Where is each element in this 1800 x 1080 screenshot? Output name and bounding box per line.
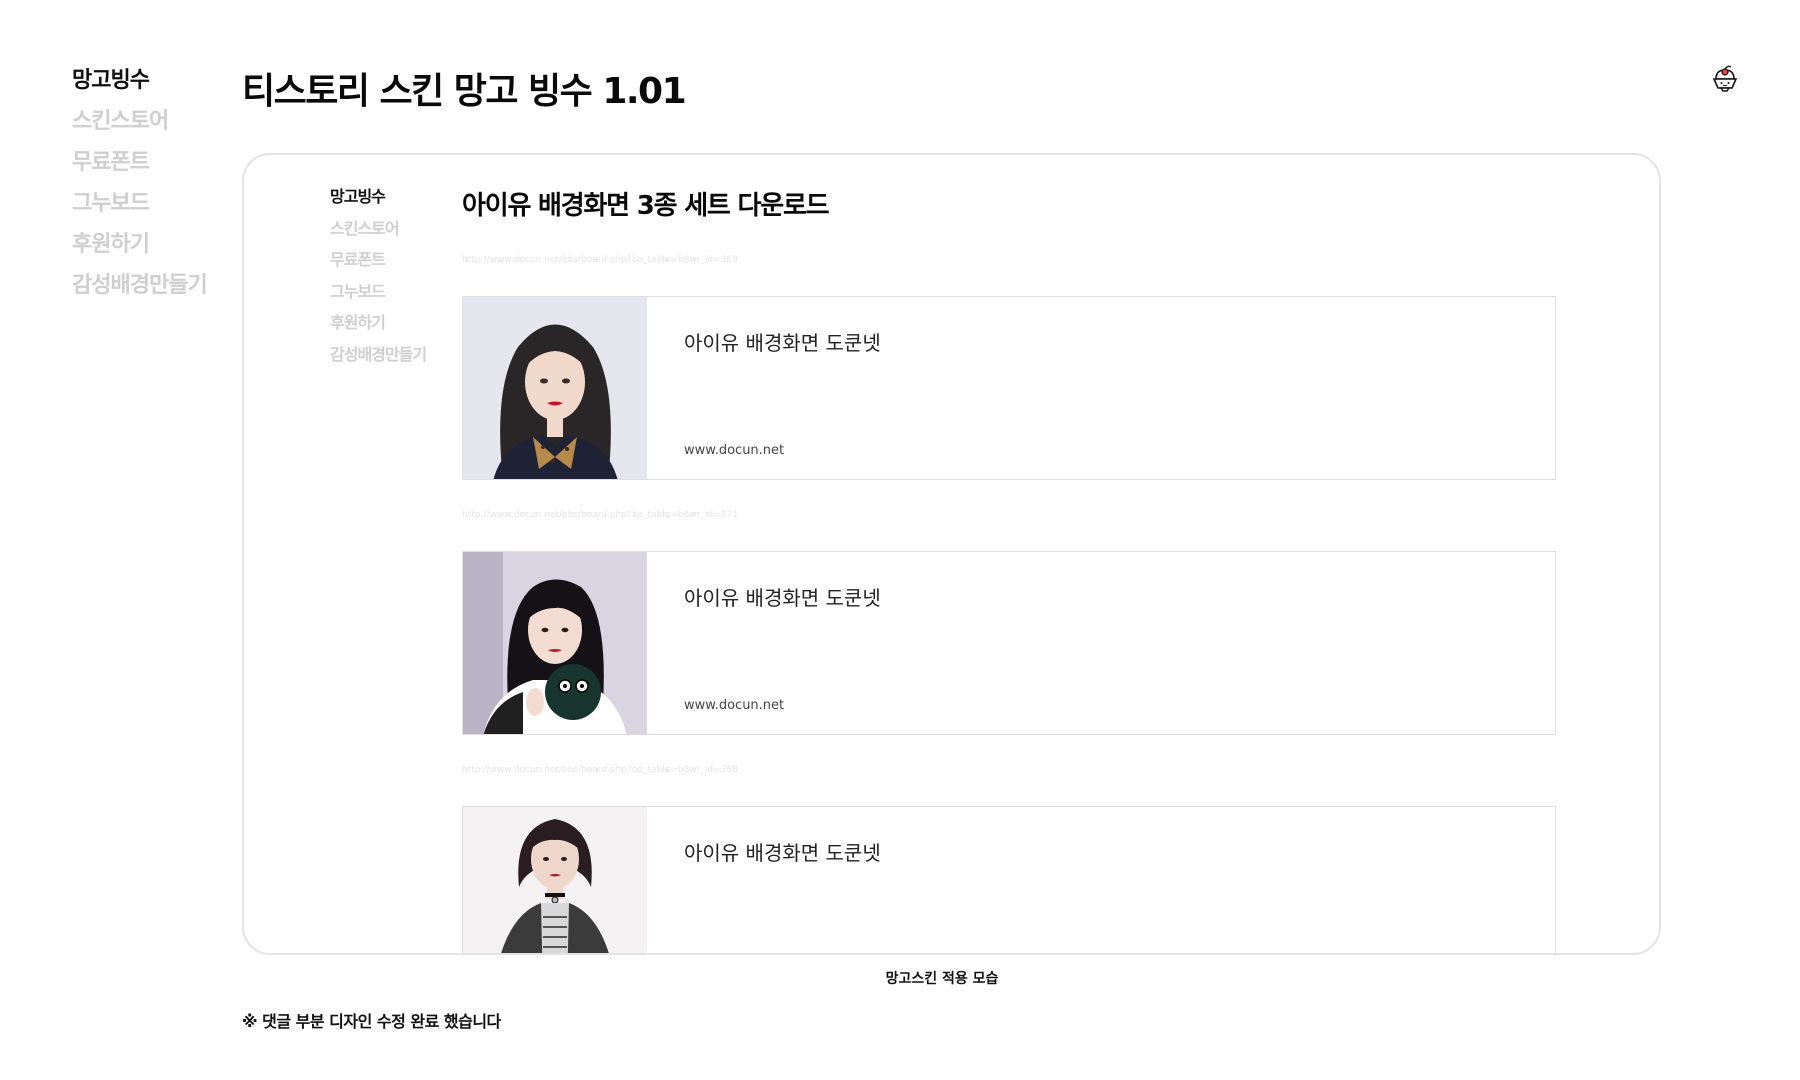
left-nav-item-donate[interactable]: 후원하기 — [72, 224, 242, 265]
card-title: 아이유 배경화면 도쿤넷 — [684, 841, 881, 865]
preview-nav-item-emotional-background[interactable]: 감성배경만들기 — [330, 339, 460, 371]
card-title: 아이유 배경화면 도쿤넷 — [684, 586, 881, 610]
preview-nav-item-mangobingsu[interactable]: 망고빙수 — [330, 181, 460, 213]
source-url-link[interactable]: http://www.docun.net/bbs/board.php?bo_ta… — [462, 255, 738, 265]
post-title: 아이유 배경화면 3종 세트 다운로드 — [462, 191, 830, 221]
card-domain: www.docun.net — [684, 698, 785, 713]
source-url-link[interactable]: http://www.docun.net/bbs/board.php?bo_ta… — [462, 765, 738, 775]
link-preview-card[interactable]: 아이유 배경화면 도쿤넷 www.docun.net — [462, 551, 1556, 735]
link-preview-card[interactable]: 아이유 배경화면 도쿤넷 www.docun.net — [462, 296, 1556, 480]
footer-note: ※ 댓글 부분 디자인 수정 완료 했습니다 — [242, 1012, 501, 1031]
card-domain: www.docun.net — [684, 443, 785, 458]
mango-bingsu-mascot-icon[interactable] — [1710, 64, 1740, 94]
preview-caption-text: 망고스킨 적용 모습 — [885, 971, 999, 987]
page-title: 티스토리 스킨 망고 빙수 1.01 — [242, 71, 687, 112]
left-nav-item-gnuboard[interactable]: 그누보드 — [72, 183, 242, 224]
thumbnail-image — [463, 807, 647, 953]
thumbnail-image — [463, 297, 647, 479]
link-preview-card[interactable]: 아이유 배경화면 도쿤넷 — [462, 806, 1556, 953]
preview-nav: 망고빙수 스킨스토어 무료폰트 그누보드 후원하기 감성배경만들기 — [330, 181, 460, 370]
left-nav-item-emotional-background[interactable]: 감성배경만들기 — [72, 265, 242, 306]
left-nav-item-skin-store[interactable]: 스킨스토어 — [72, 101, 242, 142]
card-title: 아이유 배경화면 도쿤넷 — [684, 331, 881, 355]
left-nav: 망고빙수 스킨스토어 무료폰트 그누보드 후원하기 감성배경만들기 — [72, 60, 242, 306]
skin-preview-frame: 망고빙수 스킨스토어 무료폰트 그누보드 후원하기 감성배경만들기 아이유 배경… — [242, 153, 1661, 955]
preview-nav-item-skin-store[interactable]: 스킨스토어 — [330, 213, 460, 245]
preview-nav-item-gnuboard[interactable]: 그누보드 — [330, 276, 460, 308]
preview-nav-item-donate[interactable]: 후원하기 — [330, 307, 460, 339]
left-nav-item-mangobingsu[interactable]: 망고빙수 — [72, 60, 242, 101]
source-url-link[interactable]: http://www.docun.net/bbs/board.php?bo_ta… — [462, 510, 738, 520]
preview-nav-item-free-fonts[interactable]: 무료폰트 — [330, 244, 460, 276]
thumbnail-image — [463, 552, 647, 734]
left-nav-item-free-fonts[interactable]: 무료폰트 — [72, 142, 242, 183]
